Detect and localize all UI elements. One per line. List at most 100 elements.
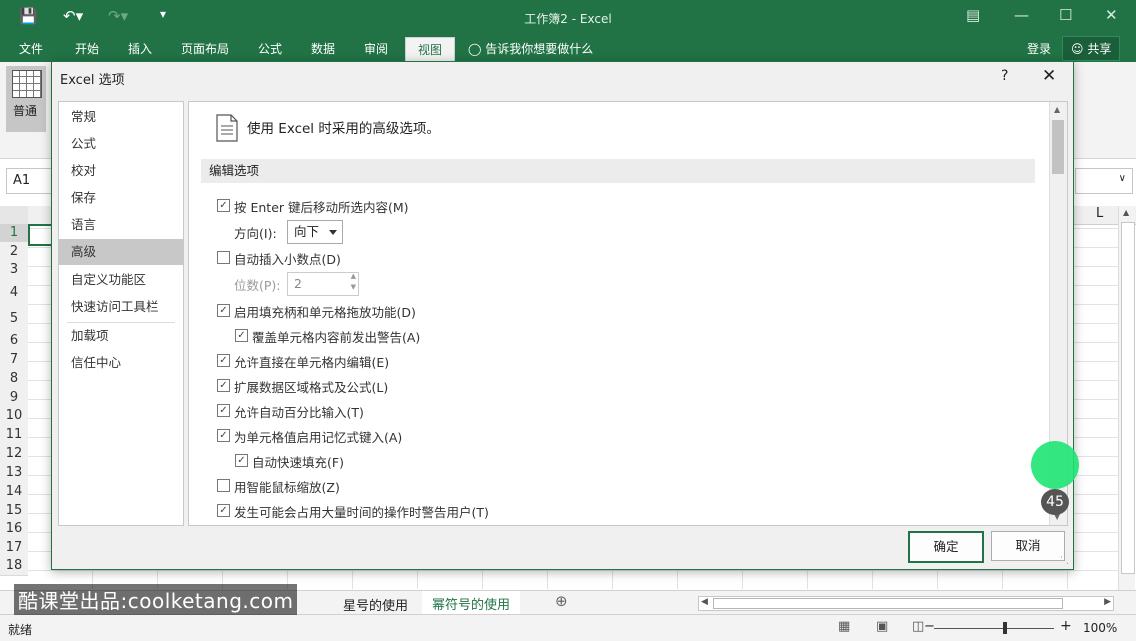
nav-customize-ribbon[interactable]: 自定义功能区 [59,267,183,293]
tab-page-layout[interactable]: 页面布局 [181,40,229,57]
help-icon[interactable]: ? [1001,68,1008,84]
row-header[interactable]: 4 [0,279,28,307]
long-op-alert-checkbox[interactable]: ✓ [217,504,230,517]
h-scroll-thumb[interactable] [713,598,1063,609]
overwrite-alert-label[interactable]: 覆盖单元格内容前发出警告(A) [252,327,420,346]
edit-in-cell-checkbox[interactable]: ✓ [217,354,230,367]
zoom-level[interactable]: 100% [1083,621,1117,635]
row-header[interactable]: 15 [0,501,28,521]
tell-me-search[interactable]: ◯ 告诉我你想要做什么 [468,40,593,57]
tab-review[interactable]: 审阅 [364,40,388,57]
nav-trust-center[interactable]: 信任中心 [59,350,183,376]
chevron-down-icon[interactable]: ∨ [1119,173,1126,184]
intellimouse-label[interactable]: 用智能鼠标缩放(Z) [234,477,340,496]
row-header[interactable]: 13 [0,463,28,483]
ribbon-display-icon[interactable]: ▤ [966,6,980,24]
stepper-down-icon[interactable]: ▼ [345,276,356,298]
zoom-in-icon[interactable]: + [1060,618,1072,634]
fill-handle-label[interactable]: 启用填充柄和单元格拖放功能(D) [234,302,416,321]
maximize-icon[interactable]: ☐ [1059,6,1072,24]
tab-file[interactable]: 文件 [19,40,43,57]
flash-fill-checkbox[interactable]: ✓ [235,454,248,467]
row-header[interactable]: 5 [0,306,28,332]
scroll-up-icon[interactable]: ▲ [1054,105,1060,114]
normal-layout-icon[interactable]: ▦ [838,619,850,634]
fill-handle-checkbox[interactable]: ✓ [217,304,230,317]
row-header[interactable]: 18 [0,557,28,576]
sheet-vertical-scrollbar[interactable]: ▲ [1118,206,1135,590]
extend-formats-checkbox[interactable]: ✓ [217,379,230,392]
scroll-left-icon[interactable]: ◀ [701,597,708,607]
row-header[interactable]: 8 [0,369,28,389]
places-stepper[interactable]: 2 ▲ ▼ [287,272,359,296]
ok-button[interactable]: 确定 [908,531,984,563]
sheet-tab-asterisk[interactable]: 星号的使用 [343,595,408,614]
flash-fill-label[interactable]: 自动快速填充(F) [252,452,344,471]
nav-formulas[interactable]: 公式 [59,131,183,157]
nav-quick-access-toolbar[interactable]: 快速访问工具栏 [59,294,183,320]
nav-proofing[interactable]: 校对 [59,158,183,184]
long-op-alert-label[interactable]: 发生可能会占用大量时间的操作时警告用户(T) [234,502,489,521]
row-header[interactable]: 1 [0,224,28,243]
row-header[interactable]: 16 [0,520,28,539]
auto-decimal-label[interactable]: 自动插入小数点(D) [234,249,341,268]
add-sheet-icon[interactable]: ⊕ [555,592,568,610]
enter-move-label[interactable]: 按 Enter 键后移动所选内容(M) [234,197,409,216]
row-header[interactable]: 6 [0,331,28,351]
tab-home[interactable]: 开始 [75,40,99,57]
row-header[interactable]: 12 [0,444,28,464]
tab-insert[interactable]: 插入 [128,40,152,57]
tab-data[interactable]: 数据 [311,40,335,57]
select-all-corner[interactable] [0,206,28,224]
share-button[interactable]: ☺ 共享 [1062,36,1121,61]
normal-view-button[interactable]: 普通 [6,66,46,132]
direction-select[interactable]: 向下 [287,220,343,244]
zoom-slider-thumb[interactable] [1003,622,1007,634]
grid-icon [12,70,42,98]
extend-formats-label[interactable]: 扩展数据区域格式及公式(L) [234,377,388,396]
zoom-out-icon[interactable]: − [924,619,935,634]
enter-move-checkbox[interactable]: ✓ [217,199,230,212]
scroll-thumb[interactable] [1121,222,1135,574]
nav-language[interactable]: 语言 [59,212,183,238]
cancel-button[interactable]: 取消 [991,531,1065,561]
scroll-up-icon[interactable]: ▲ [1123,208,1129,217]
row-header[interactable]: 14 [0,482,28,502]
row-header[interactable]: 9 [0,388,28,408]
autocomplete-label[interactable]: 为单元格值启用记忆式键入(A) [234,427,402,446]
column-header-L[interactable]: L [1096,206,1103,221]
autocomplete-checkbox[interactable]: ✓ [217,429,230,442]
tell-me-label: 告诉我你想要做什么 [485,42,594,56]
formula-bar[interactable]: ∨ [1075,168,1133,194]
row-header[interactable]: 7 [0,350,28,370]
close-icon[interactable]: ✕ [1042,66,1056,86]
auto-percent-label[interactable]: 允许自动百分比输入(T) [234,402,364,421]
nav-save[interactable]: 保存 [59,185,183,211]
auto-decimal-checkbox[interactable] [217,251,230,264]
resize-grip-icon[interactable]: ⋱ [1060,556,1069,566]
tab-view[interactable]: 视图 [405,37,456,61]
minimize-icon[interactable]: — [1014,6,1029,24]
nav-addins[interactable]: 加载项 [59,323,183,349]
tab-formulas[interactable]: 公式 [258,40,282,57]
page-layout-icon[interactable]: ▣ [876,619,888,634]
zoom-slider[interactable] [934,628,1054,629]
intellimouse-checkbox[interactable] [217,479,230,492]
page-break-icon[interactable]: ◫ [912,619,924,634]
row-header[interactable]: 17 [0,538,28,558]
options-scroll-thumb[interactable] [1052,120,1064,174]
login-link[interactable]: 登录 [1027,40,1051,57]
overwrite-alert-checkbox[interactable]: ✓ [235,329,248,342]
row-header[interactable]: 11 [0,425,28,445]
section-editing-options: 编辑选项 [201,159,1035,183]
nav-advanced[interactable]: 高级 [59,239,183,265]
close-window-icon[interactable]: ✕ [1105,6,1118,24]
row-header[interactable]: 2 [0,242,28,262]
sheet-horizontal-scrollbar[interactable]: ◀ ▶ [698,596,1114,611]
edit-in-cell-label[interactable]: 允许直接在单元格内编辑(E) [234,352,389,371]
row-header[interactable]: 3 [0,261,28,280]
row-header[interactable]: 10 [0,407,28,426]
scroll-right-icon[interactable]: ▶ [1104,597,1111,607]
nav-general[interactable]: 常规 [59,104,183,130]
auto-percent-checkbox[interactable]: ✓ [217,404,230,417]
